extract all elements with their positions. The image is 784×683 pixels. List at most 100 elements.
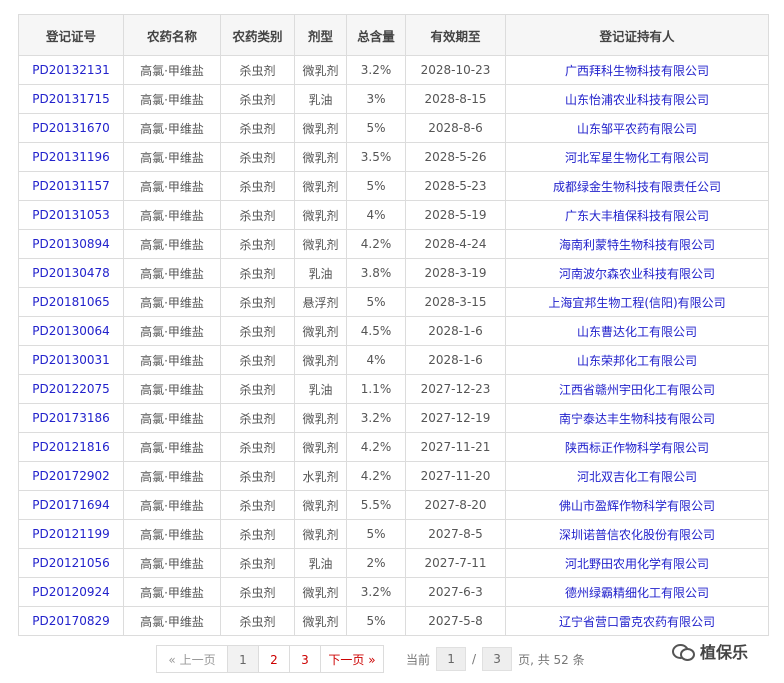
cert-no-cell[interactable]: PD20131196 xyxy=(18,142,124,172)
holder-cell[interactable]: 山东怡浦农业科技有限公司 xyxy=(505,84,769,114)
holder-link[interactable]: 江西省赣州宇田化工有限公司 xyxy=(559,383,715,397)
holder-cell[interactable]: 河北野田农用化学有限公司 xyxy=(505,548,769,578)
formulation-cell: 微乳剂 xyxy=(294,490,347,520)
header-holder[interactable]: 登记证持有人 xyxy=(505,14,769,56)
cert-no-cell[interactable]: PD20131157 xyxy=(18,171,124,201)
holder-cell[interactable]: 佛山市盈辉作物科学有限公司 xyxy=(505,490,769,520)
holder-cell[interactable]: 山东曹达化工有限公司 xyxy=(505,316,769,346)
cert-no-cell[interactable]: PD20121056 xyxy=(18,548,124,578)
cert-no-cell[interactable]: PD20120924 xyxy=(18,577,124,607)
header-total-content[interactable]: 总含量 xyxy=(346,14,406,56)
content-cell: 4.5% xyxy=(346,316,406,346)
holder-link[interactable]: 山东邹平农药有限公司 xyxy=(577,122,697,136)
holder-cell[interactable]: 上海宜邦生物工程(信阳)有限公司 xyxy=(505,287,769,317)
holder-link[interactable]: 广东大丰植保科技有限公司 xyxy=(565,209,709,223)
holder-link[interactable]: 山东曹达化工有限公司 xyxy=(577,325,697,339)
holder-cell[interactable]: 河南波尔森农业科技有限公司 xyxy=(505,258,769,288)
category-cell: 杀虫剂 xyxy=(220,345,295,375)
header-pesticide-name[interactable]: 农药名称 xyxy=(123,14,221,56)
holder-link[interactable]: 成都绿金生物科技有限责任公司 xyxy=(553,180,721,194)
holder-cell[interactable]: 陕西标正作物科学有限公司 xyxy=(505,432,769,462)
cert-no-link[interactable]: PD20131053 xyxy=(32,208,110,222)
cert-no-link[interactable]: PD20171694 xyxy=(32,498,110,512)
holder-link[interactable]: 南宁泰达丰生物科技有限公司 xyxy=(559,412,715,426)
content-cell: 1.1% xyxy=(346,374,406,404)
cert-no-link[interactable]: PD20122075 xyxy=(32,382,110,396)
holder-cell[interactable]: 山东荣邦化工有限公司 xyxy=(505,345,769,375)
cert-no-link[interactable]: PD20181065 xyxy=(32,295,110,309)
cert-no-cell[interactable]: PD20131670 xyxy=(18,113,124,143)
holder-cell[interactable]: 河北军星生物化工有限公司 xyxy=(505,142,769,172)
holder-link[interactable]: 山东荣邦化工有限公司 xyxy=(577,354,697,368)
cert-no-cell[interactable]: PD20130894 xyxy=(18,229,124,259)
cert-no-cell[interactable]: PD20121199 xyxy=(18,519,124,549)
holder-link[interactable]: 上海宜邦生物工程(信阳)有限公司 xyxy=(548,296,725,310)
cert-no-cell[interactable]: PD20170829 xyxy=(18,606,124,636)
holder-link[interactable]: 佛山市盈辉作物科学有限公司 xyxy=(559,499,715,513)
holder-link[interactable]: 山东怡浦农业科技有限公司 xyxy=(565,93,709,107)
cert-no-cell[interactable]: PD20130031 xyxy=(18,345,124,375)
next-page-button[interactable]: 下一页 » xyxy=(320,645,384,673)
cert-no-cell[interactable]: PD20181065 xyxy=(18,287,124,317)
current-label: 当前 xyxy=(406,652,431,667)
cert-no-link[interactable]: PD20121816 xyxy=(32,440,110,454)
cert-no-link[interactable]: PD20130064 xyxy=(32,324,110,338)
cert-no-cell[interactable]: PD20131715 xyxy=(18,84,124,114)
holder-link[interactable]: 广西拜科生物科技有限公司 xyxy=(565,64,709,78)
cert-no-link[interactable]: PD20131715 xyxy=(32,92,110,106)
cert-no-link[interactable]: PD20173186 xyxy=(32,411,110,425)
cert-no-link[interactable]: PD20130031 xyxy=(32,353,110,367)
cert-no-link[interactable]: PD20121199 xyxy=(32,527,110,541)
cert-no-cell[interactable]: PD20172902 xyxy=(18,461,124,491)
holder-link[interactable]: 河北双吉化工有限公司 xyxy=(577,470,697,484)
holder-cell[interactable]: 海南利蒙特生物科技有限公司 xyxy=(505,229,769,259)
cert-no-link[interactable]: PD20170829 xyxy=(32,614,110,628)
holder-cell[interactable]: 深圳诺普信农化股份有限公司 xyxy=(505,519,769,549)
holder-cell[interactable]: 德州绿霸精细化工有限公司 xyxy=(505,577,769,607)
page-3-button[interactable]: 3 xyxy=(289,645,321,673)
cert-no-link[interactable]: PD20172902 xyxy=(32,469,110,483)
holder-cell[interactable]: 广西拜科生物科技有限公司 xyxy=(505,55,769,85)
page-1-button[interactable]: 1 xyxy=(227,645,259,673)
holder-cell[interactable]: 成都绿金生物科技有限责任公司 xyxy=(505,171,769,201)
holder-cell[interactable]: 辽宁省营口雷克农药有限公司 xyxy=(505,606,769,636)
cert-no-cell[interactable]: PD20122075 xyxy=(18,374,124,404)
cert-no-link[interactable]: PD20120924 xyxy=(32,585,110,599)
cert-no-cell[interactable]: PD20132131 xyxy=(18,55,124,85)
cert-no-cell[interactable]: PD20130478 xyxy=(18,258,124,288)
header-formulation[interactable]: 剂型 xyxy=(294,14,347,56)
current-page-box[interactable]: 1 xyxy=(436,647,467,671)
holder-cell[interactable]: 河北双吉化工有限公司 xyxy=(505,461,769,491)
holder-link[interactable]: 河北军星生物化工有限公司 xyxy=(565,151,709,165)
holder-cell[interactable]: 广东大丰植保科技有限公司 xyxy=(505,200,769,230)
cert-no-link[interactable]: PD20131196 xyxy=(32,150,110,164)
header-pesticide-category[interactable]: 农药类别 xyxy=(220,14,295,56)
cert-no-link[interactable]: PD20131157 xyxy=(32,179,110,193)
cert-no-cell[interactable]: PD20130064 xyxy=(18,316,124,346)
cert-no-link[interactable]: PD20131670 xyxy=(32,121,110,135)
holder-link[interactable]: 德州绿霸精细化工有限公司 xyxy=(565,586,709,600)
holder-link[interactable]: 辽宁省营口雷克农药有限公司 xyxy=(559,615,715,629)
holder-link[interactable]: 深圳诺普信农化股份有限公司 xyxy=(559,528,715,542)
holder-link[interactable]: 海南利蒙特生物科技有限公司 xyxy=(559,238,715,252)
holder-link[interactable]: 河南波尔森农业科技有限公司 xyxy=(559,267,715,281)
cert-no-link[interactable]: PD20130478 xyxy=(32,266,110,280)
header-cert-no[interactable]: 登记证号 xyxy=(18,14,124,56)
cert-no-link[interactable]: PD20121056 xyxy=(32,556,110,570)
holder-cell[interactable]: 南宁泰达丰生物科技有限公司 xyxy=(505,403,769,433)
cert-no-link[interactable]: PD20132131 xyxy=(32,63,110,77)
holder-cell[interactable]: 江西省赣州宇田化工有限公司 xyxy=(505,374,769,404)
holder-link[interactable]: 陕西标正作物科学有限公司 xyxy=(565,441,709,455)
cert-no-cell[interactable]: PD20121816 xyxy=(18,432,124,462)
cert-no-link[interactable]: PD20130894 xyxy=(32,237,110,251)
expiry-cell: 2028-3-15 xyxy=(405,287,506,317)
cert-no-cell[interactable]: PD20173186 xyxy=(18,403,124,433)
page-2-button[interactable]: 2 xyxy=(258,645,290,673)
prev-page-button[interactable]: « 上一页 xyxy=(156,645,228,673)
category-cell: 杀虫剂 xyxy=(220,548,295,578)
cert-no-cell[interactable]: PD20171694 xyxy=(18,490,124,520)
header-expiry-date[interactable]: 有效期至 xyxy=(405,14,506,56)
holder-cell[interactable]: 山东邹平农药有限公司 xyxy=(505,113,769,143)
holder-link[interactable]: 河北野田农用化学有限公司 xyxy=(565,557,709,571)
cert-no-cell[interactable]: PD20131053 xyxy=(18,200,124,230)
